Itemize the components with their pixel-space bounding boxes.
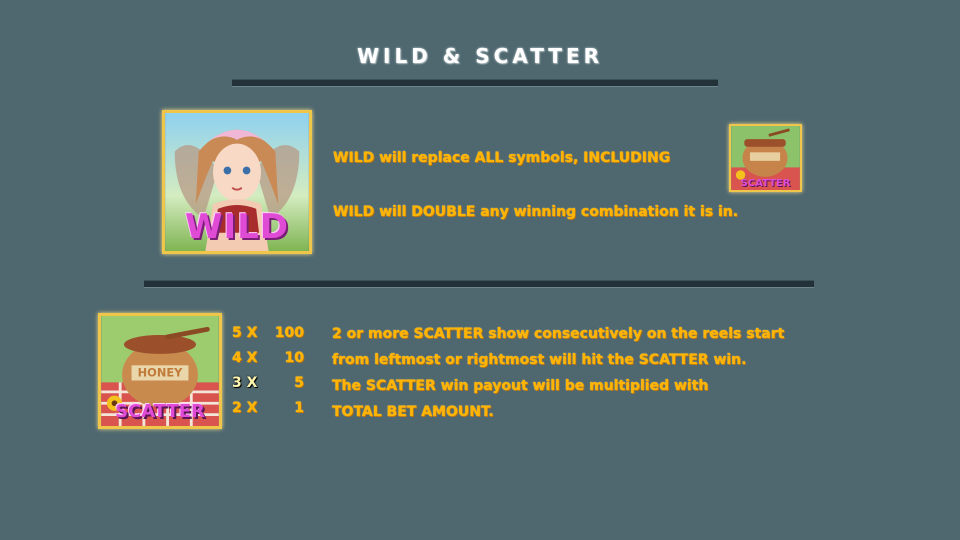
scatter-desc-line: from leftmost or rightmost will hit the …: [332, 352, 747, 368]
title-divider: [232, 79, 718, 87]
page-title: WILD & SCATTER: [356, 44, 604, 68]
scatter-label: SCATTER: [115, 401, 205, 422]
paytable-row: 4 X 10: [232, 349, 304, 374]
scatter-symbol-small-icon: SCATTER: [729, 124, 802, 192]
wild-label: WILD: [184, 207, 290, 247]
section-divider: [144, 280, 814, 288]
wild-symbol-icon: WILD: [162, 110, 312, 254]
wild-rule-replace: WILD will replace ALL symbols, INCLUDING: [333, 150, 671, 166]
paytable-row: 2 X 1: [232, 399, 304, 424]
paytable-amount: 10: [284, 350, 304, 366]
paytable-multiplier: 5 X: [232, 325, 258, 341]
scatter-desc-line: TOTAL BET AMOUNT.: [332, 404, 494, 420]
paytable-amount: 5: [294, 375, 304, 391]
jar-label: HONEY: [138, 366, 183, 380]
scatter-paytable: 5 X 100 4 X 10 3 X 5 2 X 1: [232, 324, 304, 424]
paytable-row: 5 X 100: [232, 324, 304, 349]
paytable-multiplier: 3 X: [232, 375, 258, 391]
paytable-multiplier: 2 X: [232, 400, 258, 416]
scatter-desc-line: The SCATTER win payout will be multiplie…: [332, 378, 709, 394]
wild-rule-double: WILD will DOUBLE any winning combination…: [333, 204, 739, 220]
paytable-amount: 1: [294, 400, 304, 416]
scatter-symbol-icon: HONEY SCATTER: [98, 313, 222, 429]
scatter-desc-line: 2 or more SCATTER show consecutively on …: [332, 326, 785, 342]
scatter-small-label: SCATTER: [740, 178, 791, 189]
paytable-row: 3 X 5: [232, 374, 304, 399]
scatter-description: 2 or more SCATTER show consecutively on …: [332, 321, 872, 425]
paytable-amount: 100: [274, 325, 304, 341]
paytable-multiplier: 4 X: [232, 350, 258, 366]
